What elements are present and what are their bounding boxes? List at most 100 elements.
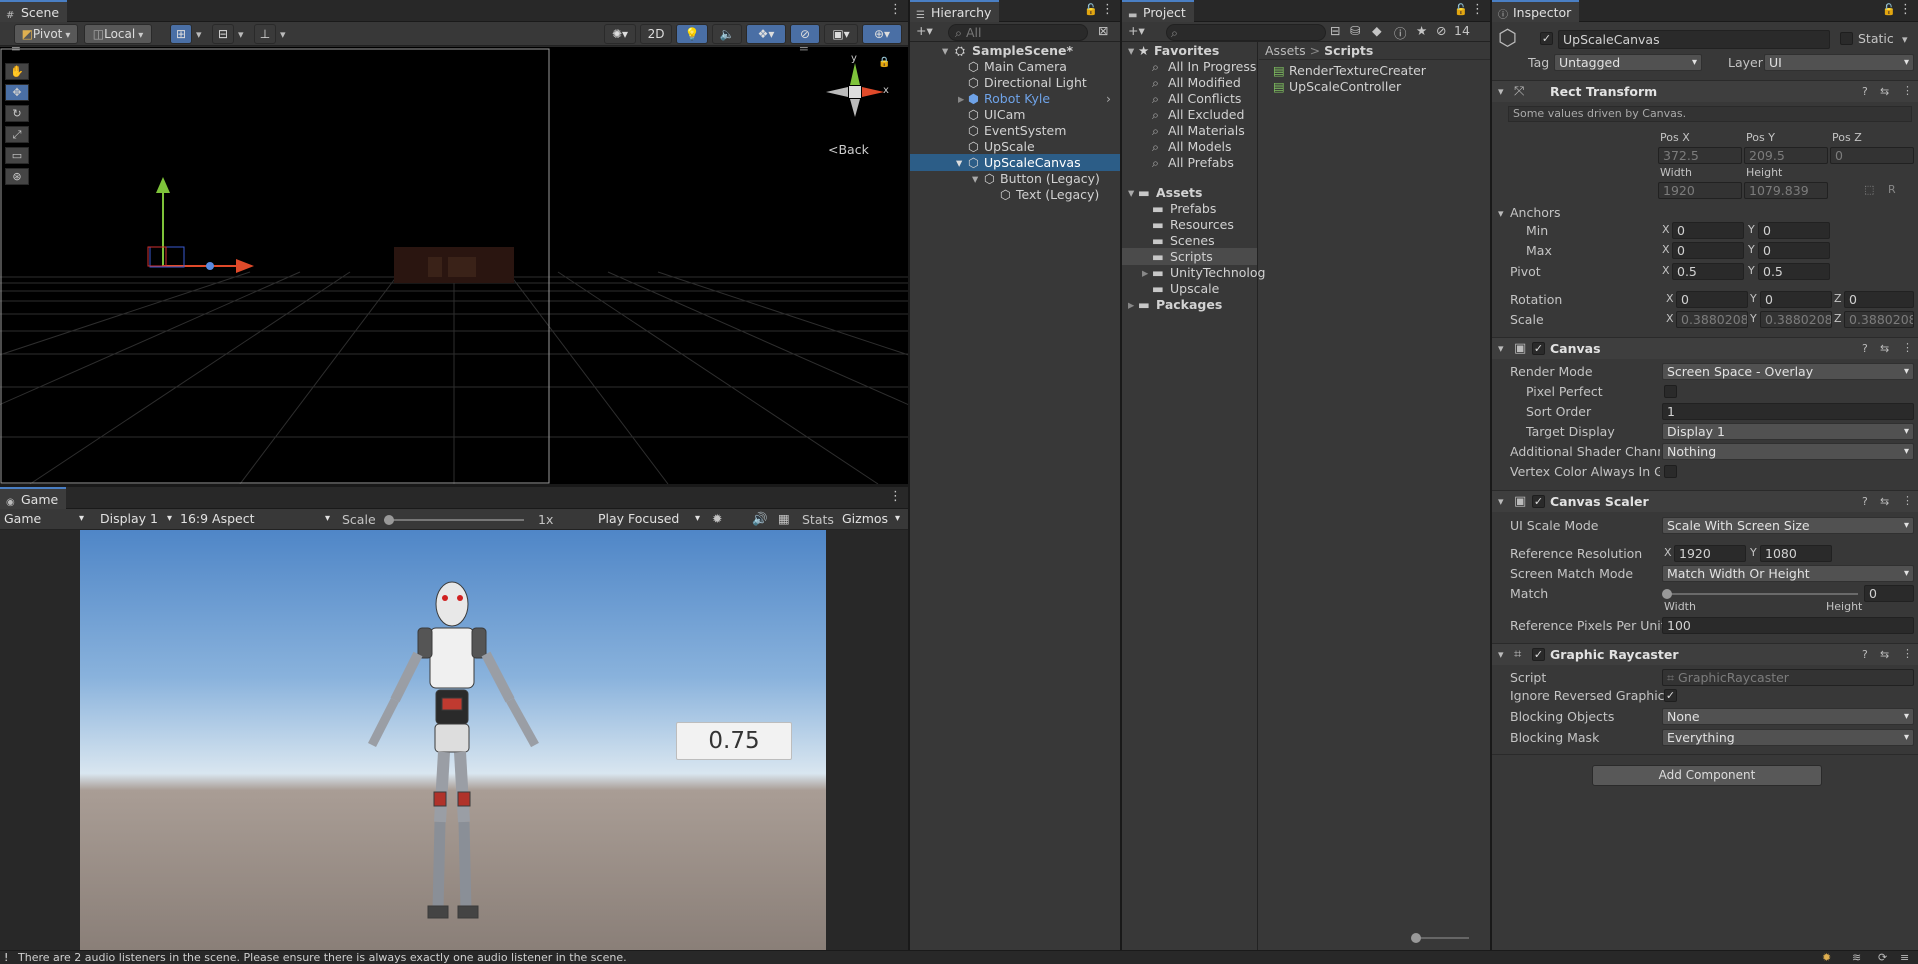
game-viewport[interactable]: 0.75 [80,530,826,950]
anchor-max-x-field[interactable]: 0 [1672,242,1744,259]
2d-toggle-button[interactable]: 2D [640,24,672,44]
grid-visibility-chevron-icon[interactable]: ▾ [238,28,244,41]
rect-tool-icon[interactable]: ▭ [5,147,29,164]
favorite-all-conflicts[interactable]: ⌕ All Conflicts [1122,90,1257,107]
scene-visibility-icon[interactable]: ⊘ [790,24,820,44]
project-lock-icon[interactable]: 🔓 [1454,3,1468,16]
canvas-scaler-enabled-checkbox[interactable]: ✓ [1532,495,1545,508]
grid-snap-button[interactable]: ⊞ [170,24,192,44]
blocking-mask-dropdown[interactable]: Everything [1662,729,1914,746]
help-icon[interactable]: ? [1862,495,1868,508]
info-icon[interactable]: ⓘ [1394,23,1407,42]
tab-inspector[interactable]: ⓘ Inspector [1492,0,1580,22]
inspector-lock-icon[interactable]: 🔓 [1882,3,1896,16]
bug-report-icon[interactable]: ✹ [1822,951,1831,964]
tab-project[interactable]: ▬ Project [1122,0,1194,22]
back-view-label[interactable]: <Back [828,142,869,157]
help-icon[interactable]: ? [1862,342,1868,355]
scale-tool-icon[interactable]: ⤢ [5,126,29,143]
sort-order-field[interactable]: 1 [1662,403,1914,420]
progress-icon[interactable]: ⟳ [1878,951,1887,964]
status-message[interactable]: There are 2 audio listeners in the scene… [18,951,627,964]
effects-toggle-icon[interactable]: ❖▾ [746,24,786,44]
hierarchy-lock-icon[interactable]: 🔓 [1084,3,1098,16]
packages-header[interactable]: ▸ ▬ Packages [1122,296,1257,313]
blocking-objects-dropdown[interactable]: None [1662,708,1914,725]
reference-ppu-field[interactable]: 100 [1662,617,1914,634]
presets-icon[interactable]: ⇆ [1880,85,1889,98]
rotate-tool-icon[interactable]: ↻ [5,105,29,122]
hierarchy-row-upscale[interactable]: ⬡ UpScale [910,138,1120,155]
pixel-perfect-checkbox[interactable] [1664,385,1677,398]
rotation-x-field[interactable]: 0 [1676,291,1748,308]
create-plus-icon[interactable]: +▾ [916,23,933,38]
gizmos-toggle-icon[interactable]: ⊕▾ [862,24,902,44]
create-plus-icon[interactable]: +▾ [1128,23,1145,38]
folder-scenes[interactable]: ▬ Scenes [1122,232,1257,249]
hierarchy-row-button-legacy[interactable]: ▾ ⬡ Button (Legacy) [910,170,1120,187]
search-by-type-icon[interactable]: ⊟ [1330,23,1340,38]
ui-text-box[interactable]: 0.75 [676,722,792,760]
tag-dropdown[interactable]: Untagged [1554,54,1702,71]
folder-resources[interactable]: ▬ Resources [1122,216,1257,233]
overlay-handle-icon[interactable]: ═ [12,47,20,56]
static-dropdown-icon[interactable]: ▾ [1902,33,1908,46]
project-menu-icon[interactable]: ⋮ [1471,2,1484,17]
shader-channels-dropdown[interactable]: Nothing [1662,443,1914,460]
reference-resolution-x-field[interactable]: 1920 [1674,545,1746,562]
object-active-checkbox[interactable]: ✓ [1540,32,1553,45]
ui-scale-mode-dropdown[interactable]: Scale With Screen Size [1662,517,1914,534]
tab-scene[interactable]: # Scene [0,0,68,22]
bug-icon[interactable]: ✹ [712,511,722,526]
frame-stats-icon[interactable]: ▦ [778,511,790,526]
favorite-all-prefabs[interactable]: ⌕ All Prefabs [1122,154,1257,171]
favorite-all-models[interactable]: ⌕ All Models [1122,138,1257,155]
game-view-dropdown[interactable]: Game [0,511,88,528]
icon-size-slider[interactable] [1411,933,1469,943]
search-options-icon[interactable]: ⊠ [1098,23,1108,38]
folder-scripts[interactable]: ▬ Scripts [1122,248,1257,265]
tab-hierarchy[interactable]: ☰ Hierarchy [910,0,1000,22]
component-menu-icon[interactable]: ⋮ [1902,647,1913,660]
reference-resolution-y-field[interactable]: 1080 [1760,545,1832,562]
file-upscalecontroller[interactable]: ▤ UpScaleController [1259,78,1490,95]
rotation-z-field[interactable]: 0 [1844,291,1914,308]
screen-match-mode-dropdown[interactable]: Match Width Or Height [1662,565,1914,582]
overlay-handle-right-icon[interactable]: ═ [800,47,808,56]
ignore-reversed-checkbox[interactable]: ✓ [1664,689,1677,702]
render-mode-button[interactable]: ✺▾ [604,24,636,44]
match-slider-thumb[interactable] [1662,589,1672,599]
favorite-star-icon[interactable]: ★ [1416,23,1427,38]
presets-icon[interactable]: ⇆ [1880,648,1889,661]
component-menu-icon[interactable]: ⋮ [1902,84,1913,97]
favorite-all-modified[interactable]: ⌕ All Modified [1122,74,1257,91]
graphic-raycaster-enabled-checkbox[interactable]: ✓ [1532,648,1545,661]
layer-dropdown[interactable]: UI [1764,54,1914,71]
posz-field[interactable]: 0 [1830,147,1914,164]
increment-snap-chevron-icon[interactable]: ▾ [280,28,286,41]
assets-header[interactable]: ▾ ▬ Assets [1122,184,1257,201]
help-icon[interactable]: ? [1862,648,1868,661]
scene-viewport[interactable]: ✋ ✥ ↻ ⤢ ▭ ⊛ ═ ═ y x 🔒 <Back [0,47,908,484]
gizmos-dropdown[interactable]: Gizmos [838,511,904,528]
component-menu-icon[interactable]: ⋮ [1902,341,1913,354]
hidden-packages-icon[interactable]: ⊘ [1436,23,1446,38]
hierarchy-row-directional-light[interactable]: ⬡ Directional Light [910,74,1120,91]
raw-edit-icon[interactable]: R [1888,183,1896,196]
mute-audio-icon[interactable]: 🔊 [752,511,768,527]
pivot-dropdown[interactable]: ◩Pivot [14,24,78,44]
fold-arrow-icon[interactable]: ▾ [1498,207,1504,220]
hierarchy-row-text-legacy[interactable]: ⬡ Text (Legacy) [910,186,1120,203]
favorites-header[interactable]: ▾ ★ Favorites [1122,42,1257,59]
favorite-all-in-progress[interactable]: ⌕ All In Progress [1122,58,1257,75]
stats-button[interactable]: Stats [802,512,834,527]
match-slider[interactable] [1662,589,1858,599]
rotation-y-field[interactable]: 0 [1760,291,1832,308]
pivot-y-field[interactable]: 0.5 [1758,263,1830,280]
hierarchy-row-robot-kyle[interactable]: ▸ ⬢ Robot Kyle › [910,90,1120,107]
tab-game[interactable]: ◉ Game [0,487,67,509]
cache-server-icon[interactable]: ≋ [1852,951,1861,964]
hierarchy-row-main-camera[interactable]: ⬡ Main Camera [910,58,1120,75]
target-display-dropdown[interactable]: Display 1 [1662,423,1914,440]
folder-unitytechnologies[interactable]: ▸ ▬ UnityTechnolog [1122,264,1265,281]
